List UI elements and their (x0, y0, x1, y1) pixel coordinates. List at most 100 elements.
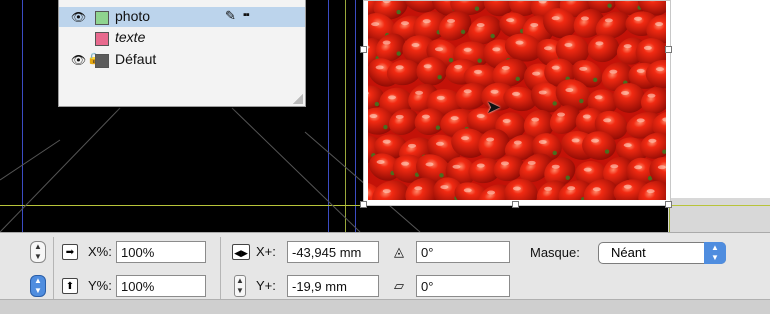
tomato-stem (579, 98, 584, 104)
mask-label: Masque: (530, 245, 580, 260)
tomato-highlight (594, 95, 603, 100)
tomato-stem (437, 75, 442, 80)
tomato-image (368, 1, 666, 200)
tomato-photo (368, 1, 666, 200)
y-stepper-icon[interactable]: ▲ ▼ (234, 275, 246, 297)
tomato-highlight (610, 164, 619, 169)
tomato-highlight (595, 41, 604, 46)
tomato-highlight (515, 40, 524, 45)
tomato-highlight (565, 88, 574, 93)
tomato-highlight (414, 186, 423, 191)
mask-select[interactable]: Néant ▲ ▼ (598, 242, 726, 264)
tomato-stem (552, 150, 557, 156)
tomato-highlight (425, 162, 434, 167)
tomato-highlight (492, 47, 501, 52)
y-offset-field[interactable]: -19,9 mm (287, 275, 379, 297)
pointer-cursor-icon: ➤ (486, 97, 502, 117)
shear-icon: ▱ (394, 278, 404, 293)
layers-panel[interactable]: 👁 photo ✎ ▪▪ texte 👁 🔒 Défaut (58, 0, 306, 107)
tomato-stem (565, 175, 570, 180)
tomato-highlight (571, 138, 580, 143)
tomato-highlight (538, 90, 547, 95)
tomato-highlight (447, 18, 456, 23)
image-frame[interactable] (363, 0, 671, 206)
eye-icon[interactable]: 👁 (71, 53, 86, 67)
tomato-highlight (450, 116, 459, 121)
tomato-stem (439, 173, 444, 178)
layer-row-photo[interactable]: 👁 photo ✎ ▪▪ (59, 7, 305, 27)
frame-handle[interactable] (665, 201, 672, 208)
tomato-highlight (487, 190, 496, 195)
tomato-highlight (415, 90, 424, 95)
tomato-highlight (544, 46, 553, 51)
frame-handle[interactable] (360, 46, 367, 53)
control-panel-footer (0, 299, 770, 314)
tomato-stem (460, 29, 466, 35)
tomato-highlight (369, 114, 378, 119)
tomato-highlight (395, 65, 404, 70)
tomato-highlight (400, 21, 409, 26)
tomato-stem (383, 124, 388, 130)
frame-handle[interactable] (665, 46, 672, 53)
tomato-highlight (636, 68, 645, 73)
shear-field[interactable]: 0° (416, 275, 510, 297)
layer-row-texte[interactable]: texte (59, 28, 305, 48)
tomato-highlight (646, 189, 655, 194)
tomato-stem (604, 149, 610, 154)
tomato-stem (435, 125, 441, 130)
layer-color-swatch (95, 11, 109, 25)
tomato-highlight (423, 64, 432, 69)
tomato-stem (515, 76, 520, 82)
tomato-highlight (463, 188, 472, 193)
proxy-icon[interactable]: ◀▶ (232, 244, 250, 260)
tomato-highlight (648, 138, 657, 143)
angle-field[interactable]: 0° (416, 241, 510, 263)
scale-x-field[interactable]: 100% (116, 241, 206, 263)
resize-grip-icon[interactable] (293, 94, 303, 104)
tomato-highlight (551, 16, 560, 21)
tomato-highlight (376, 160, 385, 165)
x-offset-field[interactable]: -43,945 mm (287, 241, 379, 263)
tomato-highlight (579, 66, 588, 71)
tomato-highlight (452, 164, 461, 169)
tomato-highlight (422, 19, 431, 24)
tomato-highlight (647, 93, 656, 98)
divider (53, 237, 54, 301)
tomato-highlight (500, 161, 509, 166)
tomato-stem (374, 101, 380, 107)
tomato-stem (490, 33, 495, 39)
tomato-stem (593, 77, 598, 83)
layer-name: photo (115, 8, 151, 24)
layer-color-swatch (95, 54, 109, 68)
tomato-highlight (401, 161, 410, 166)
tomato-highlight (580, 16, 589, 21)
tomato-stem (448, 57, 454, 63)
scale-y-icon[interactable]: ⬆ (62, 278, 78, 294)
tomato-highlight (583, 167, 592, 172)
stepper[interactable]: ▲ ▼ (30, 241, 46, 263)
tomato-highlight (531, 117, 540, 122)
tomato-highlight (502, 118, 511, 123)
tomato-highlight (643, 45, 652, 50)
eye-icon[interactable]: 👁 (71, 10, 86, 24)
chevron-updown-icon: ▲ ▼ (704, 242, 726, 264)
scale-x-icon[interactable]: ➡ (62, 244, 78, 260)
stepper[interactable]: ▲ ▼ (30, 275, 46, 297)
frame-handle[interactable] (512, 201, 519, 208)
tomato-highlight (564, 42, 573, 47)
tomato-highlight (411, 43, 420, 48)
tomato-highlight (636, 118, 645, 123)
tomato-highlight (454, 64, 463, 69)
tomato-highlight (382, 189, 391, 194)
layer-row-defaut[interactable]: 👁 🔒 Défaut (59, 50, 305, 70)
tomato-highlight (582, 114, 591, 119)
tomato-highlight (371, 22, 380, 27)
tomato-highlight (544, 186, 553, 191)
frame-handle[interactable] (360, 201, 367, 208)
tomato-stem (607, 3, 612, 8)
scale-y-field[interactable]: 100% (116, 275, 206, 297)
tomato-highlight (655, 67, 664, 72)
layer-name: texte (115, 29, 146, 45)
tomato-highlight (621, 90, 630, 95)
tomato-highlight (513, 140, 522, 145)
